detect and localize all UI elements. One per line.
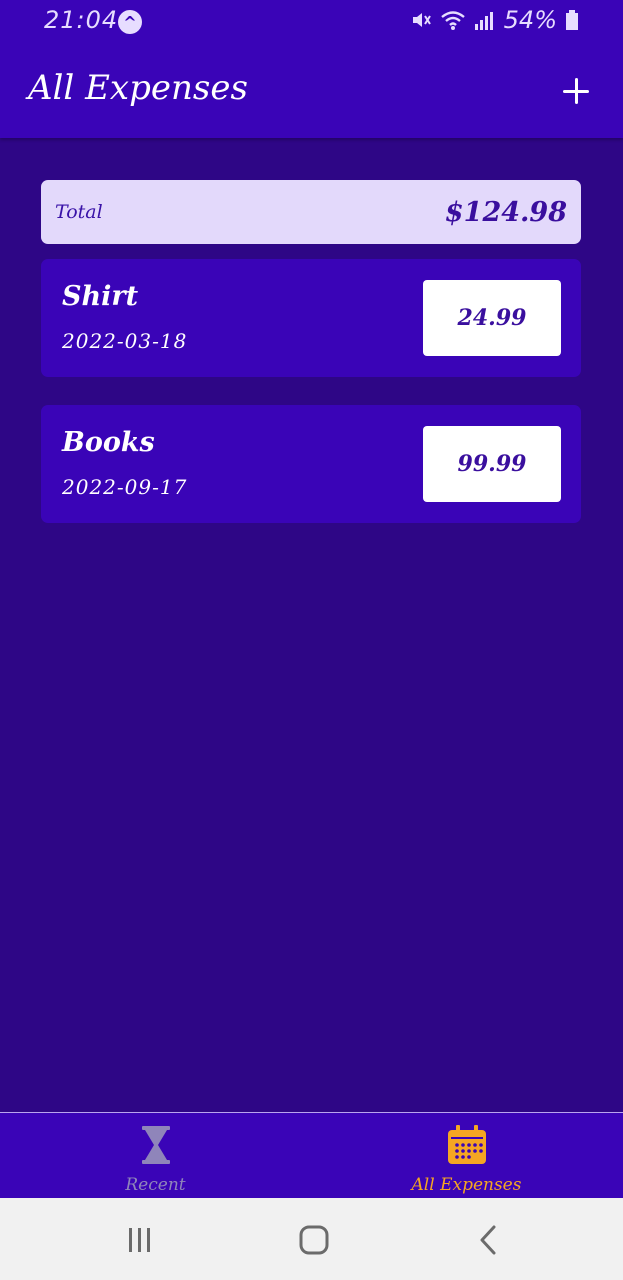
total-amount: $124.98 xyxy=(444,196,567,228)
expense-title: Shirt xyxy=(62,281,139,312)
tab-all-expenses[interactable]: All Expenses xyxy=(311,1113,622,1199)
mute-icon xyxy=(412,13,431,27)
calendar-icon xyxy=(447,1125,486,1164)
battery-percent: 54% xyxy=(503,6,557,34)
expense-title: Books xyxy=(62,427,155,458)
app-header: 21:04 ^ 54% All Expenses xyxy=(0,0,623,138)
notification-icon: ^ xyxy=(118,10,142,34)
page-title: All Expenses xyxy=(28,68,248,108)
expense-item[interactable]: Shirt 2022-03-18 24.99 xyxy=(41,259,581,377)
tab-recent-label: Recent xyxy=(125,1175,186,1195)
status-icons: 54% xyxy=(410,6,579,34)
wifi-icon xyxy=(440,11,465,30)
hourglass-icon xyxy=(141,1126,170,1164)
total-label: Total xyxy=(55,201,103,223)
total-summary: Total $124.98 xyxy=(41,180,581,244)
tab-recent[interactable]: Recent xyxy=(0,1113,311,1199)
recent-apps-icon[interactable] xyxy=(118,1218,162,1262)
expense-amount: 24.99 xyxy=(423,280,561,356)
bottom-tab-bar: Recent All Expenses xyxy=(0,1112,623,1198)
expense-amount: 99.99 xyxy=(423,426,561,502)
status-bar: 21:04 ^ 54% xyxy=(0,0,623,44)
back-icon[interactable] xyxy=(466,1218,510,1262)
home-icon[interactable] xyxy=(292,1218,336,1262)
expense-date: 2022-03-18 xyxy=(62,329,188,353)
expense-item[interactable]: Books 2022-09-17 99.99 xyxy=(41,405,581,523)
signal-icon xyxy=(474,12,493,30)
system-nav-bar xyxy=(0,1198,623,1280)
battery-icon xyxy=(566,10,578,30)
add-expense-button[interactable] xyxy=(557,72,595,110)
tab-all-expenses-label: All Expenses xyxy=(411,1175,522,1195)
expense-date: 2022-09-17 xyxy=(62,475,188,499)
status-time: 21:04 xyxy=(44,6,119,34)
